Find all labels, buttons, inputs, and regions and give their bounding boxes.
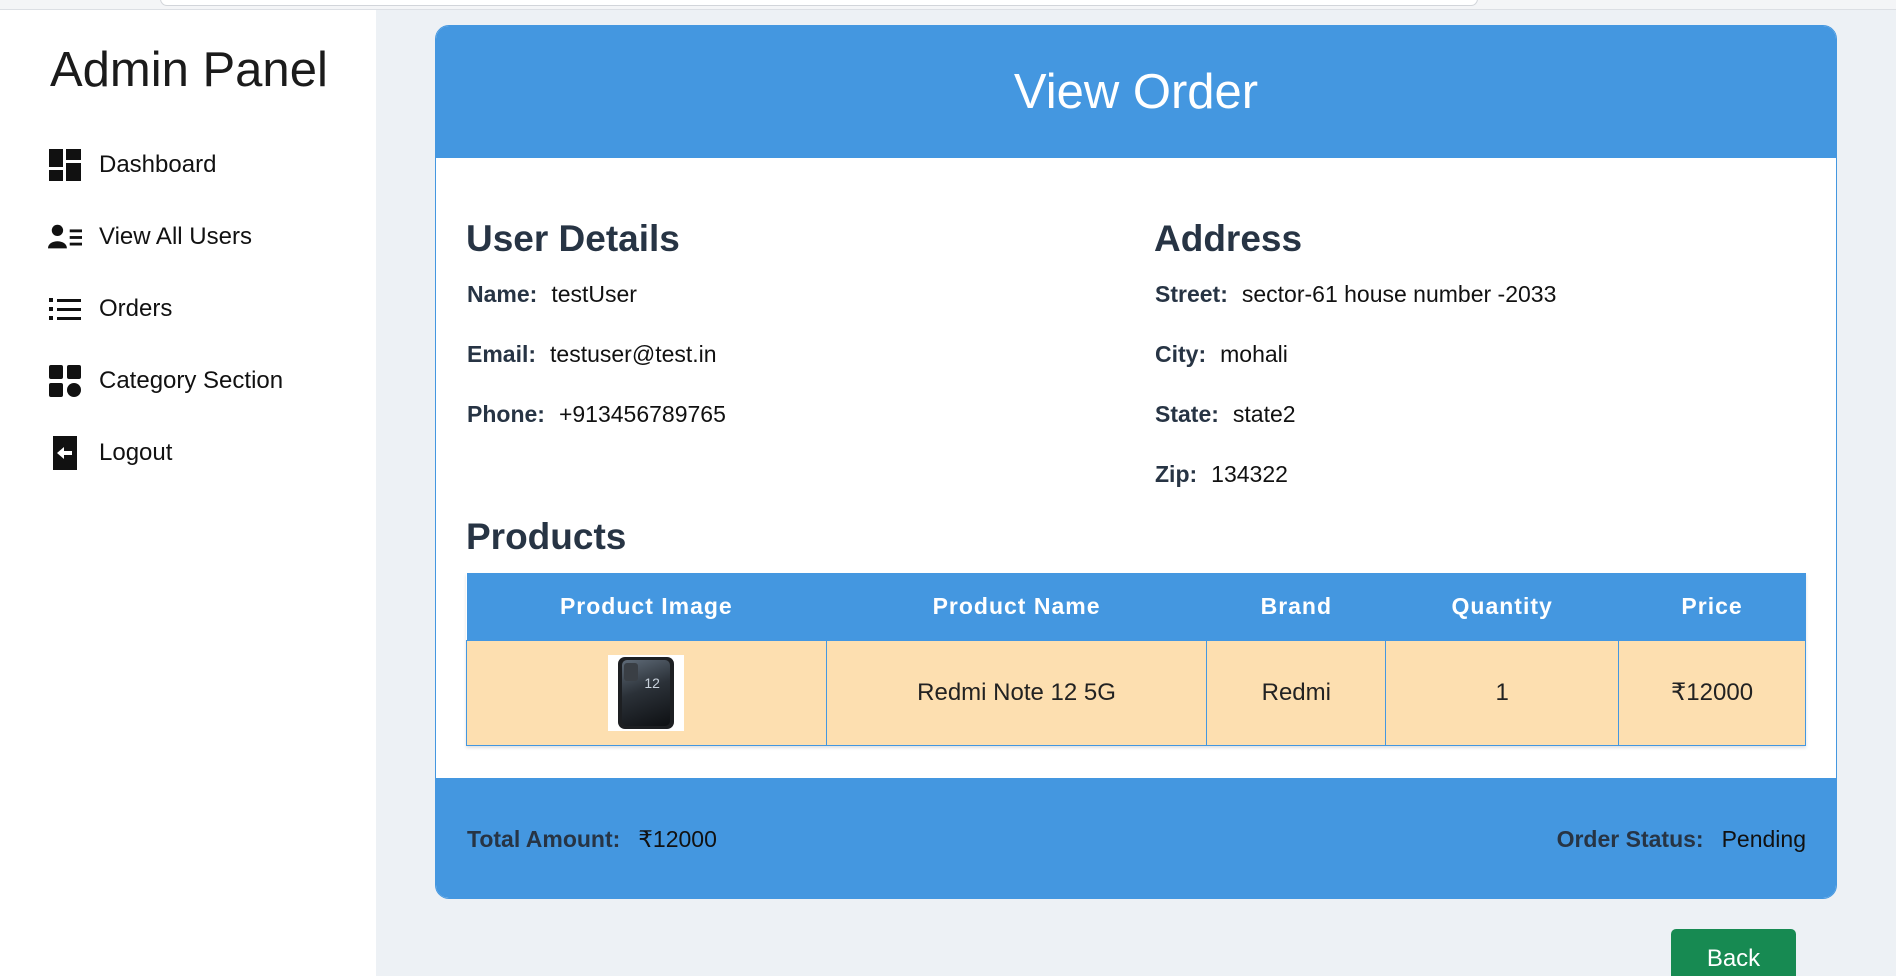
field-value: testUser xyxy=(551,281,637,307)
sidebar-item-label: View All Users xyxy=(99,223,252,250)
browser-address-bar[interactable] xyxy=(160,0,1478,6)
sidebar-item-label: Category Section xyxy=(99,367,284,394)
users-list-icon xyxy=(48,220,82,254)
address-city-field: City: mohali xyxy=(1155,341,1288,368)
column-header: Product Name xyxy=(826,573,1207,640)
sidebar-item-view-all-users[interactable]: View All Users xyxy=(48,217,348,257)
list-icon xyxy=(48,292,82,326)
product-name-cell: Redmi Note 12 5G xyxy=(825,639,1208,746)
user-details-title: User Details xyxy=(466,218,680,259)
field-label: Email: xyxy=(467,341,537,367)
field-value: ₹12000 xyxy=(638,826,717,852)
column-header: Quantity xyxy=(1385,573,1619,640)
category-icon xyxy=(48,364,82,398)
field-label: City: xyxy=(1155,341,1207,367)
card-footer: Total Amount: ₹12000 Order Status: Pending xyxy=(436,778,1836,898)
sidebar: Admin Panel Dashboard View All Users Ord… xyxy=(0,10,376,976)
sidebar-item-label: Logout xyxy=(99,439,173,466)
field-label: Zip: xyxy=(1155,461,1198,487)
back-button[interactable]: Back xyxy=(1671,929,1796,976)
phone-image-text: 12 xyxy=(644,674,660,691)
sidebar-item-dashboard[interactable]: Dashboard xyxy=(48,145,348,185)
product-price-cell: ₹12000 xyxy=(1618,639,1806,746)
address-zip-field: Zip: 134322 xyxy=(1155,461,1288,488)
column-header: Product Image xyxy=(466,573,827,640)
field-value: mohali xyxy=(1220,341,1288,367)
dashboard-icon xyxy=(48,148,82,182)
field-value: state2 xyxy=(1232,401,1296,427)
field-label: Name: xyxy=(467,281,538,307)
sidebar-item-label: Dashboard xyxy=(99,151,217,178)
order-status-field: Order Status: Pending xyxy=(1557,826,1806,853)
column-header: Price xyxy=(1618,573,1806,640)
column-header: Brand xyxy=(1206,573,1386,640)
user-email-field: Email: testuser@test.in xyxy=(467,341,717,368)
field-value: testuser@test.in xyxy=(550,341,717,367)
address-state-field: State: state2 xyxy=(1155,401,1296,428)
logout-icon xyxy=(48,436,82,470)
product-brand-cell: Redmi xyxy=(1206,639,1387,746)
field-label: Phone: xyxy=(467,401,545,427)
user-name-field: Name: testUser xyxy=(467,281,637,308)
field-value: +913456789765 xyxy=(558,401,726,427)
field-value: 134322 xyxy=(1211,461,1288,487)
products-table: Product Image Product Name Brand Quantit… xyxy=(466,573,1806,746)
phone-image: 12 xyxy=(608,654,685,731)
order-card: View Order User Details Name: testUser Em… xyxy=(435,25,1837,899)
status-badge: Pending xyxy=(1721,826,1806,852)
field-label: Order Status: xyxy=(1556,826,1704,852)
sidebar-item-logout[interactable]: Logout xyxy=(48,433,348,473)
sidebar-item-category-section[interactable]: Category Section xyxy=(48,361,348,401)
user-phone-field: Phone: +913456789765 xyxy=(467,401,726,428)
address-title: Address xyxy=(1154,218,1303,259)
sidebar-item-orders[interactable]: Orders xyxy=(48,289,348,329)
sidebar-item-label: Orders xyxy=(99,295,173,322)
page-title: View Order xyxy=(1013,65,1259,119)
field-label: State: xyxy=(1155,401,1219,427)
address-street-field: Street: sector-61 house number -2033 xyxy=(1155,281,1556,308)
field-value: sector-61 house number -2033 xyxy=(1241,281,1557,307)
table-row: 12 Redmi Note 12 5G Redmi 1 ₹12000 xyxy=(466,639,1806,746)
product-image-cell: 12 xyxy=(466,639,827,746)
card-header: View Order xyxy=(436,26,1836,158)
table-header-row: Product Image Product Name Brand Quantit… xyxy=(466,573,1806,640)
browser-top-strip xyxy=(0,0,1896,10)
total-amount-field: Total Amount: ₹12000 xyxy=(467,826,717,853)
sidebar-title: Admin Panel xyxy=(50,43,328,97)
products-title: Products xyxy=(466,516,627,557)
product-quantity-cell: 1 xyxy=(1385,639,1620,746)
field-label: Total Amount: xyxy=(467,826,621,852)
field-label: Street: xyxy=(1155,281,1228,307)
